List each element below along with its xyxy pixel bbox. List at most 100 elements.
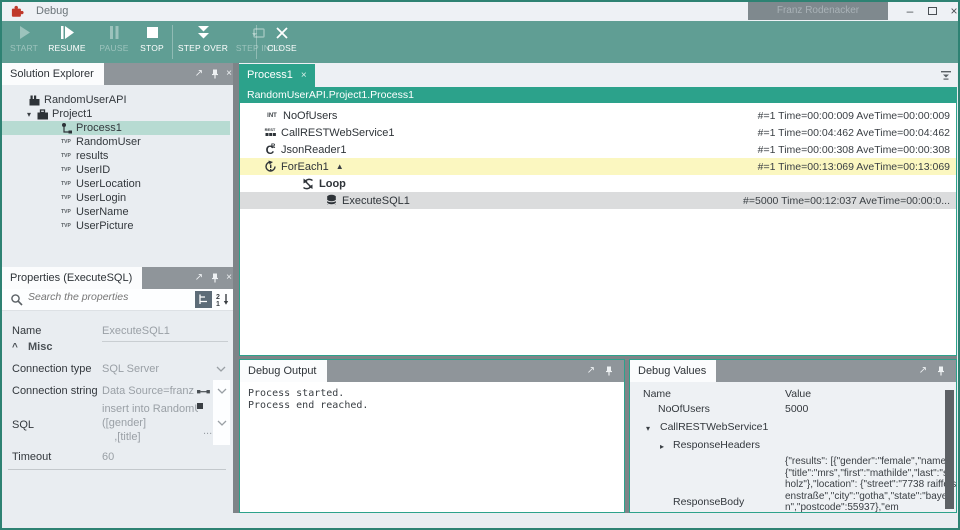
popout-icon[interactable]: ↗ — [916, 364, 930, 378]
collapsed-icon[interactable]: ▸ — [660, 442, 664, 451]
column-header-row: Name Value — [630, 388, 956, 403]
value-row-noofusers[interactable]: NoOfUsers 5000 — [630, 403, 956, 421]
debug-output-panel: Debug Output ↗ Process started. Process … — [239, 359, 625, 513]
sql-more-button[interactable]: ... — [203, 425, 212, 437]
tab-process1[interactable]: Process1 × — [239, 64, 315, 87]
sql-dropdown-button[interactable] — [213, 401, 230, 445]
tree-item-table[interactable]: TVP RandomUser — [2, 135, 233, 149]
tvp-icon: TVP — [61, 181, 71, 187]
window-title: Debug — [36, 5, 69, 17]
project-icon — [34, 108, 50, 121]
debug-output-header: Debug Output ↗ — [240, 360, 624, 382]
close-icon — [275, 23, 289, 42]
step-row-executesql[interactable]: ExecuteSQL1 #=5000 Time=00:12:037 AveTim… — [240, 192, 956, 209]
pin-icon[interactable] — [208, 67, 222, 81]
loop-icon — [300, 177, 316, 191]
debug-values-panel: Debug Values ↗ Name Value NoOfUsers 5000… — [629, 359, 957, 513]
user-badge[interactable]: Franz Rodenacker — [748, 2, 888, 20]
step-row-callrest[interactable]: REST CallRESTWebService1 #=1 Time=00:04:… — [240, 124, 956, 141]
step-row-foreach-current[interactable]: ForEach1 ▲ #=1 Time=00:13:069 AveTime=00… — [240, 158, 956, 175]
stop-button[interactable]: STOP — [135, 23, 169, 61]
prop-section-misc[interactable]: Misc — [28, 341, 52, 353]
value-name: ResponseHeaders — [673, 439, 760, 451]
prop-conn-type-value[interactable]: SQL Server — [102, 363, 159, 375]
properties-header: Properties (ExecuteSQL) ↗ × — [2, 267, 233, 289]
expanded-icon[interactable]: ▾ — [646, 424, 650, 433]
popout-icon[interactable]: ↗ — [192, 271, 206, 285]
resume-icon — [59, 23, 75, 42]
sql-resize-handle[interactable] — [197, 403, 203, 409]
step-label: ExecuteSQL1 — [342, 194, 410, 207]
tree-item-table[interactable]: TVP results — [2, 149, 233, 163]
conn-string-dropdown-button[interactable] — [213, 380, 230, 401]
value-row-responsebody[interactable]: ResponseBody {"results": [{"gender":"fem… — [630, 456, 956, 512]
value-row-callrest[interactable]: ▾ CallRESTWebService1 — [630, 421, 956, 439]
step-row-loop[interactable]: Loop — [240, 175, 956, 192]
scrollbar-thumb[interactable] — [945, 390, 954, 509]
prop-conn-string-label: Connection string — [12, 385, 98, 397]
chevron-down-icon[interactable] — [215, 364, 227, 374]
tree-item-process-selected[interactable]: Process1 — [2, 121, 230, 135]
section-collapse-icon[interactable]: ^ — [12, 342, 18, 353]
document-list-icon[interactable] — [939, 69, 953, 81]
collapse-icon[interactable]: ▾ — [24, 110, 34, 119]
tab-close-icon[interactable]: × — [301, 70, 307, 81]
resume-button[interactable]: RESUME — [44, 23, 90, 61]
sort-alphabetical-button[interactable]: 21 — [214, 291, 231, 308]
tree-item-table[interactable]: TVP UserLogin — [2, 191, 233, 205]
step-over-icon — [196, 23, 211, 42]
step-row-jsonreader[interactable]: C R JsonReader1 #=1 Time=00:00:308 AveTi… — [240, 141, 956, 158]
pin-icon[interactable] — [602, 364, 616, 378]
app-puzzle-icon — [11, 5, 24, 18]
collapse-up-icon[interactable]: ▲ — [336, 162, 344, 171]
value-row-responseheaders[interactable]: ▸ ResponseHeaders — [630, 439, 956, 456]
step-stats: #=1 Time=00:04:462 AveTime=00:04:462 — [757, 126, 950, 139]
prop-timeout-value[interactable]: 60 — [102, 451, 114, 463]
close-window-button[interactable]: × — [944, 3, 958, 20]
tab-label: Process1 — [247, 69, 293, 81]
process-icon — [58, 122, 74, 135]
tree-item-solution[interactable]: RandomUserAPI — [2, 93, 233, 107]
foreach-icon — [262, 160, 278, 173]
step-row-noofusers[interactable]: INT NoOfUsers #=1 Time=00:00:009 AveTime… — [240, 107, 956, 124]
tree-item-label: UserLogin — [76, 192, 127, 204]
step-stats: #=1 Time=00:13:069 AveTime=00:13:069 — [757, 160, 950, 173]
close-debug-button[interactable]: CLOSE — [260, 23, 304, 61]
value-value: 5000 — [785, 403, 809, 415]
stop-icon — [146, 23, 159, 42]
pin-icon[interactable] — [208, 271, 222, 285]
start-button: START — [6, 23, 42, 61]
tree-item-label: RandomUser — [76, 136, 141, 148]
column-header-name: Name — [643, 388, 672, 400]
maximize-button[interactable] — [922, 3, 942, 20]
minimize-button[interactable]: – — [900, 3, 920, 20]
search-input[interactable] — [28, 291, 178, 303]
tree-item-label: UserLocation — [76, 178, 141, 190]
maximize-icon — [927, 7, 937, 15]
tvp-icon: TVP — [61, 153, 71, 159]
popout-icon[interactable]: ↗ — [192, 67, 206, 81]
prop-name-value[interactable]: ExecuteSQL1 — [102, 325, 228, 342]
categorized-view-button[interactable] — [195, 291, 212, 308]
step-stats: #=5000 Time=00:12:037 AveTime=00:00:0... — [743, 194, 950, 207]
prop-conn-string-value[interactable]: Data Source=franzpc\sqls — [102, 385, 194, 397]
tree-item-table[interactable]: TVP UserID — [2, 163, 233, 177]
tree-item-table[interactable]: TVP UserLocation — [2, 177, 233, 191]
pin-icon[interactable] — [934, 364, 948, 378]
sql-value-line1[interactable]: insert into RandomUser — [102, 403, 198, 415]
step-over-button[interactable]: STEP OVER — [174, 23, 232, 61]
tree-item-table[interactable]: TVP UserName — [2, 205, 233, 219]
prop-timeout-label: Timeout — [12, 451, 52, 463]
search-icon — [10, 293, 24, 307]
debug-values-header: Debug Values ↗ — [630, 360, 956, 382]
debug-window: Debug Franz Rodenacker – × START RESUME … — [0, 0, 960, 530]
pause-icon — [108, 23, 120, 42]
prop-name-label: Name — [12, 325, 42, 337]
tree-item-label: Process1 — [76, 122, 122, 134]
tree-item-label: UserPicture — [76, 220, 134, 232]
step-stats: #=1 Time=00:00:308 AveTime=00:00:308 — [757, 143, 950, 156]
popout-icon[interactable]: ↗ — [584, 364, 598, 378]
rest-webservice-icon: REST — [262, 127, 278, 138]
tree-item-table[interactable]: TVP UserPicture — [2, 219, 233, 233]
tree-item-project[interactable]: ▾ Project1 — [2, 107, 233, 121]
